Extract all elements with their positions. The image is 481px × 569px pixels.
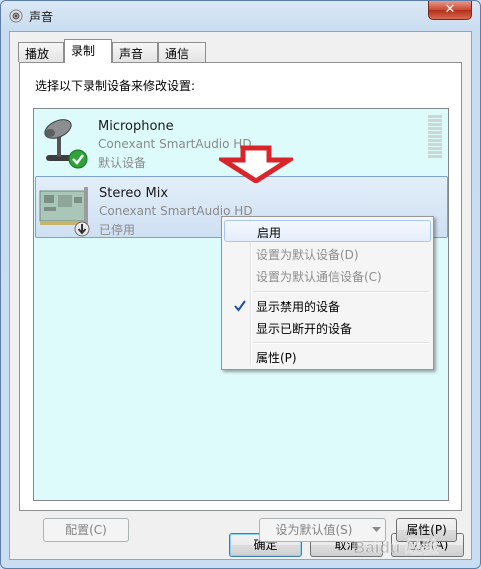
device-name: Stereo Mix bbox=[99, 186, 169, 201]
close-button[interactable]: ✕ bbox=[428, 1, 472, 20]
menu-item-label: 属性(P) bbox=[256, 351, 297, 365]
instruction-text: 选择以下录制设备来修改设置: bbox=[35, 79, 196, 93]
configure-label: 配置(C) bbox=[65, 523, 107, 537]
menu-item-label: 设置为默认设备(D) bbox=[256, 248, 359, 262]
title-bar[interactable]: 声音 ✕ bbox=[1, 1, 480, 31]
device-name: Microphone bbox=[98, 119, 174, 134]
tab-label: 播放 bbox=[25, 47, 50, 61]
menu-item-show-disconnected-devices[interactable]: 显示已断开的设备 bbox=[224, 317, 431, 339]
baidu-watermark-logo: Baidu 经验 bbox=[353, 537, 440, 558]
tab-communications[interactable]: 通信 bbox=[158, 42, 206, 62]
device-status: 默认设备 bbox=[98, 156, 147, 170]
configure-button[interactable]: 配置(C) bbox=[43, 518, 129, 542]
menu-separator bbox=[253, 291, 429, 293]
disabled-arrow-icon bbox=[74, 221, 90, 237]
close-icon: ✕ bbox=[444, 2, 456, 17]
device-context-menu: 启用 设置为默认设备(D) 设置为默认通信设备(C) 显示禁用的设备 显示已断开… bbox=[221, 216, 434, 370]
annotation-arrow-icon bbox=[219, 145, 293, 183]
menu-item-enable[interactable]: 启用 bbox=[224, 220, 431, 242]
tab-playback[interactable]: 播放 bbox=[18, 42, 64, 62]
set-default-label: 设为默认值(S) bbox=[275, 523, 353, 537]
menu-item-label: 显示禁用的设备 bbox=[256, 300, 341, 314]
tab-label: 声音 bbox=[119, 47, 144, 61]
speaker-icon bbox=[9, 9, 23, 23]
tab-sounds[interactable]: 声音 bbox=[112, 42, 158, 62]
checkmark-icon bbox=[234, 300, 246, 312]
svg-text:Baidu 经验: Baidu 经验 bbox=[353, 537, 440, 557]
tab-label: 通信 bbox=[165, 47, 190, 61]
menu-item-set-default-comm-device[interactable]: 设置为默认通信设备(C) bbox=[224, 265, 431, 287]
default-check-icon bbox=[68, 149, 88, 169]
menu-item-set-default-device[interactable]: 设置为默认设备(D) bbox=[224, 243, 431, 265]
menu-item-label: 显示已断开的设备 bbox=[256, 322, 353, 336]
menu-item-label: 启用 bbox=[257, 226, 282, 240]
window-title: 声音 bbox=[29, 10, 54, 24]
menu-item-show-disabled-devices[interactable]: 显示禁用的设备 bbox=[224, 295, 431, 317]
menu-separator bbox=[253, 342, 429, 344]
level-meter bbox=[428, 115, 442, 159]
device-status: 已停用 bbox=[99, 223, 136, 237]
tab-recording[interactable]: 录制 bbox=[64, 39, 112, 63]
menu-item-properties[interactable]: 属性(P) bbox=[224, 346, 431, 368]
menu-item-label: 设置为默认通信设备(C) bbox=[256, 270, 382, 284]
tab-label: 录制 bbox=[71, 44, 96, 58]
